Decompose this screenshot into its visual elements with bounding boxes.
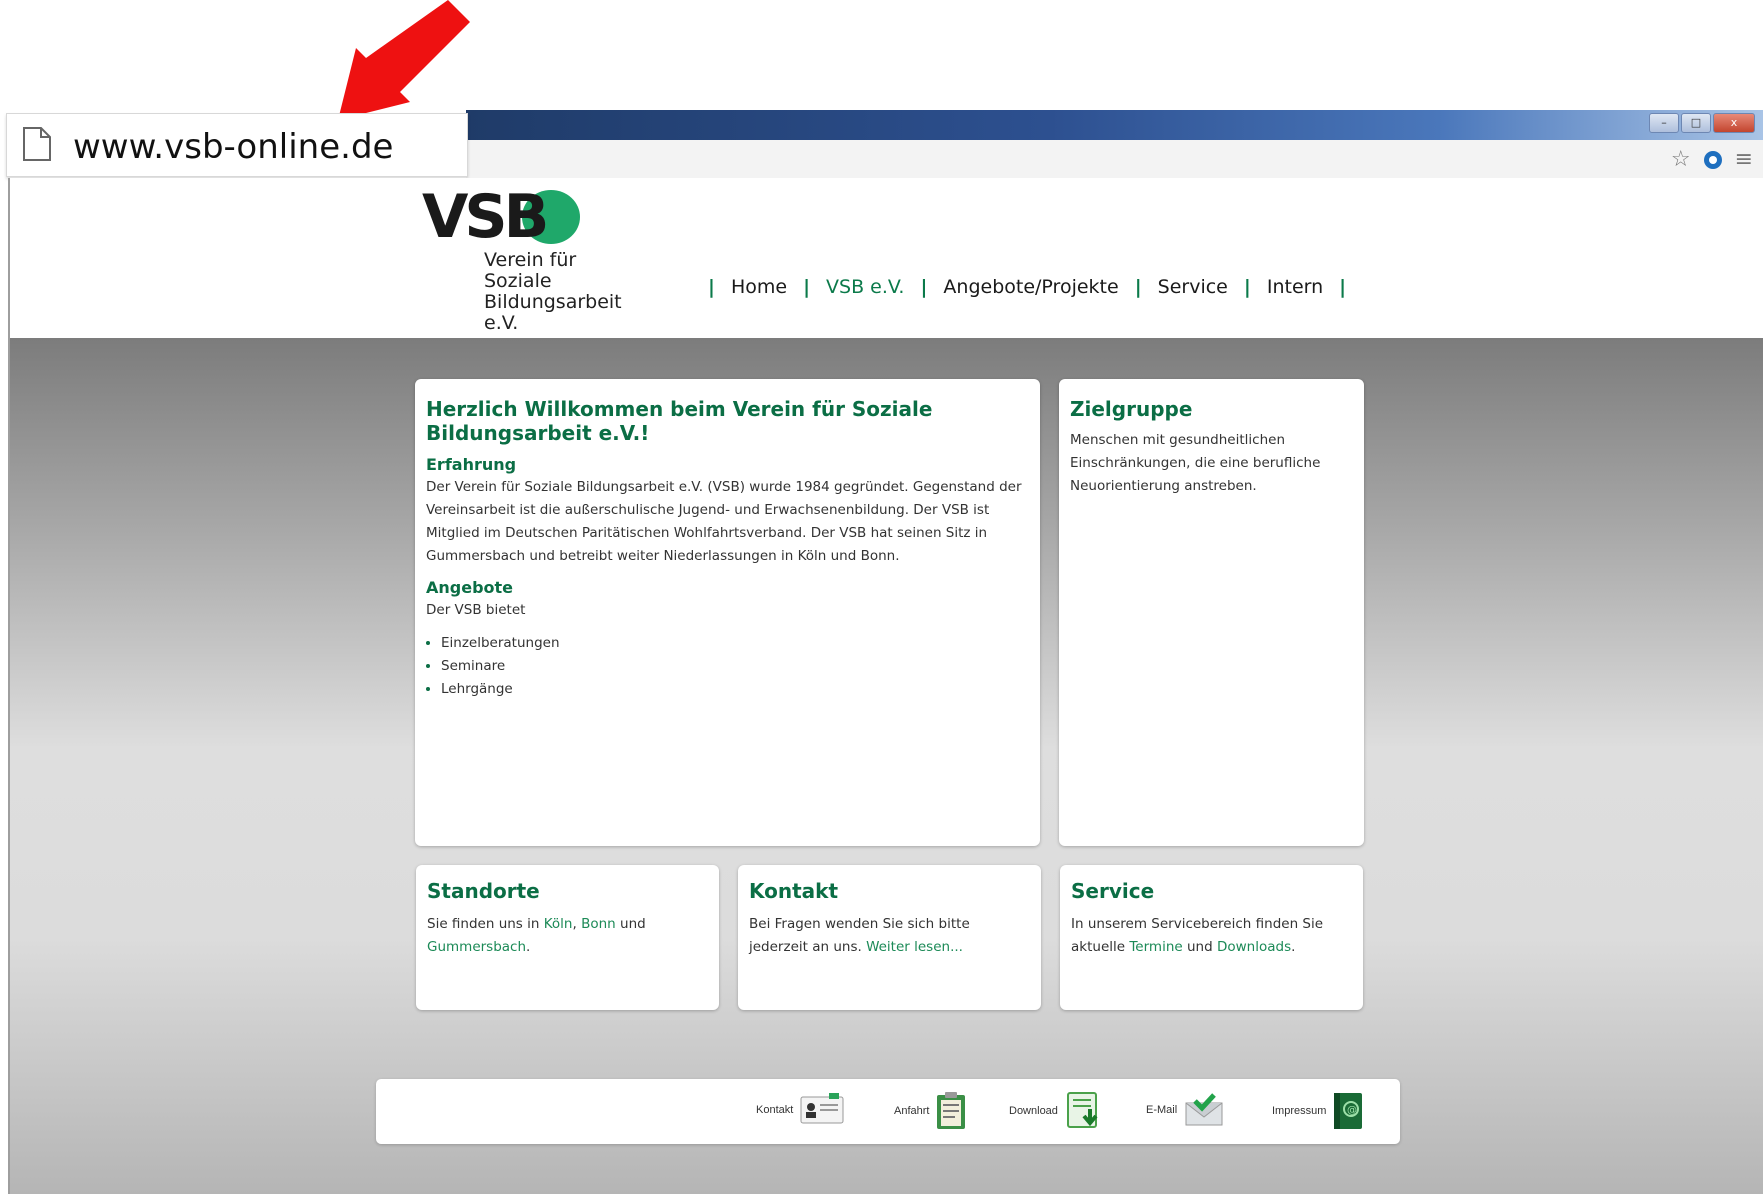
list-item: Lehrgänge <box>441 678 1026 701</box>
nav-item-home[interactable]: Home <box>731 276 787 298</box>
close-button[interactable]: x <box>1713 113 1755 133</box>
service-title: Service <box>1071 879 1155 903</box>
logo-wordmark: VSB <box>422 182 549 252</box>
nav-separator: | <box>1339 276 1347 298</box>
logo-subtitle: Verein für Soziale Bildungsarbeit e.V. <box>484 250 652 334</box>
web-page: VSB Verein für Soziale Bildungsarbeit e.… <box>8 178 1763 1194</box>
site-logo[interactable]: VSB Verein für Soziale Bildungsarbeit e.… <box>422 182 652 334</box>
footer-kontakt[interactable]: Kontakt <box>756 1091 845 1129</box>
extension-icon[interactable] <box>1703 150 1723 170</box>
footer-impressum-label: Impressum <box>1272 1105 1327 1117</box>
service-box: Service In unserem Servicebereich finden… <box>1060 865 1363 1010</box>
welcome-box: Herzlich Willkommen beim Verein für Sozi… <box>415 379 1040 846</box>
bookmark-star-icon[interactable]: ☆ <box>1671 147 1691 172</box>
address-bar-callout[interactable]: www.vsb-online.de <box>6 113 468 177</box>
kontakt-title: Kontakt <box>749 879 839 903</box>
nav-separator: | <box>1243 276 1251 298</box>
clipboard-map-icon <box>937 1092 966 1129</box>
weiter-lesen-link[interactable]: Weiter lesen... <box>866 939 963 955</box>
menu-icon[interactable]: ≡ <box>1735 147 1753 172</box>
maximize-button[interactable]: □ <box>1681 113 1711 133</box>
main-navigation: | Home | VSB e.V. | Angebote/Projekte | … <box>692 276 1362 298</box>
welcome-title: Herzlich Willkommen beim Verein für Sozi… <box>426 397 933 445</box>
url-text[interactable]: www.vsb-online.de <box>73 127 393 167</box>
angebote-list: Einzelberatungen Seminare Lehrgänge <box>426 632 1026 701</box>
logo-line-1: Verein für <box>484 249 577 271</box>
footer-download-label: Download <box>1009 1105 1058 1117</box>
nav-item-service[interactable]: Service <box>1158 276 1228 298</box>
zielgruppe-box: Zielgruppe Menschen mit gesundheitlichen… <box>1059 379 1364 846</box>
site-header: VSB Verein für Soziale Bildungsarbeit e.… <box>10 178 1763 338</box>
page-document-icon <box>23 127 51 161</box>
zielgruppe-title: Zielgruppe <box>1070 397 1193 421</box>
standorte-box: Standorte Sie finden uns in Köln, Bonn u… <box>416 865 719 1010</box>
angebote-heading: Angebote <box>426 578 514 597</box>
kontakt-box: Kontakt Bei Fragen wenden Sie sich bitte… <box>738 865 1041 1010</box>
footer-download[interactable]: Download <box>1009 1091 1104 1131</box>
standorte-text: Sie finden uns in Köln, Bonn und Gummers… <box>427 916 646 955</box>
list-item: Seminare <box>441 655 1026 678</box>
angebote-intro: Der VSB bietet <box>426 602 526 618</box>
footer-bar: Kontakt Anfahrt Download E-Mail Impressu… <box>376 1079 1400 1144</box>
content-area: Herzlich Willkommen beim Verein für Sozi… <box>10 338 1763 1194</box>
nav-item-angebote[interactable]: Angebote/Projekte <box>943 276 1118 298</box>
svg-text:@: @ <box>1347 1105 1357 1116</box>
link-downloads[interactable]: Downloads <box>1217 939 1291 955</box>
browser-toolbar: ☆ ≡ <box>466 140 1763 179</box>
nav-separator: | <box>920 276 928 298</box>
footer-impressum[interactable]: Impressum @ <box>1272 1091 1366 1131</box>
erfahrung-text: Der Verein für Soziale Bildungsarbeit e.… <box>426 479 1022 564</box>
link-termine[interactable]: Termine <box>1129 939 1182 955</box>
nav-separator: | <box>708 276 715 298</box>
footer-kontakt-label: Kontakt <box>756 1104 794 1116</box>
list-item: Einzelberatungen <box>441 632 1026 655</box>
minimize-button[interactable]: – <box>1649 113 1679 133</box>
kontakt-text: Bei Fragen wenden Sie sich bitte jederze… <box>749 916 970 955</box>
download-icon <box>1066 1092 1098 1128</box>
red-arrow-annotation <box>338 0 470 120</box>
zielgruppe-text: Menschen mit gesundheitlichen Einschränk… <box>1070 432 1321 494</box>
email-envelope-icon <box>1185 1093 1223 1126</box>
logo-line-2: Soziale <box>484 270 552 292</box>
link-koeln[interactable]: Köln <box>544 916 573 932</box>
nav-separator: | <box>1134 276 1142 298</box>
standorte-title: Standorte <box>427 879 540 903</box>
window-controls: – □ x <box>1649 113 1755 133</box>
footer-email-label: E-Mail <box>1146 1104 1178 1116</box>
browser-title-bar: – □ x <box>466 110 1763 140</box>
logo-line-3: Bildungsarbeit e.V. <box>484 291 622 334</box>
link-gummersbach[interactable]: Gummersbach <box>427 939 526 955</box>
nav-separator: | <box>803 276 811 298</box>
footer-email[interactable]: E-Mail <box>1146 1091 1225 1129</box>
nav-item-vsb[interactable]: VSB e.V. <box>826 276 904 298</box>
erfahrung-heading: Erfahrung <box>426 455 517 474</box>
footer-anfahrt-label: Anfahrt <box>894 1105 930 1117</box>
contact-card-icon <box>800 1093 844 1124</box>
toolbar-icons: ☆ ≡ <box>1671 147 1753 172</box>
link-bonn[interactable]: Bonn <box>581 916 616 932</box>
footer-anfahrt[interactable]: Anfahrt <box>894 1091 967 1131</box>
nav-item-intern[interactable]: Intern <box>1267 276 1323 298</box>
address-book-icon: @ <box>1334 1093 1363 1129</box>
service-text: In unserem Servicebereich finden Sie akt… <box>1071 916 1324 955</box>
